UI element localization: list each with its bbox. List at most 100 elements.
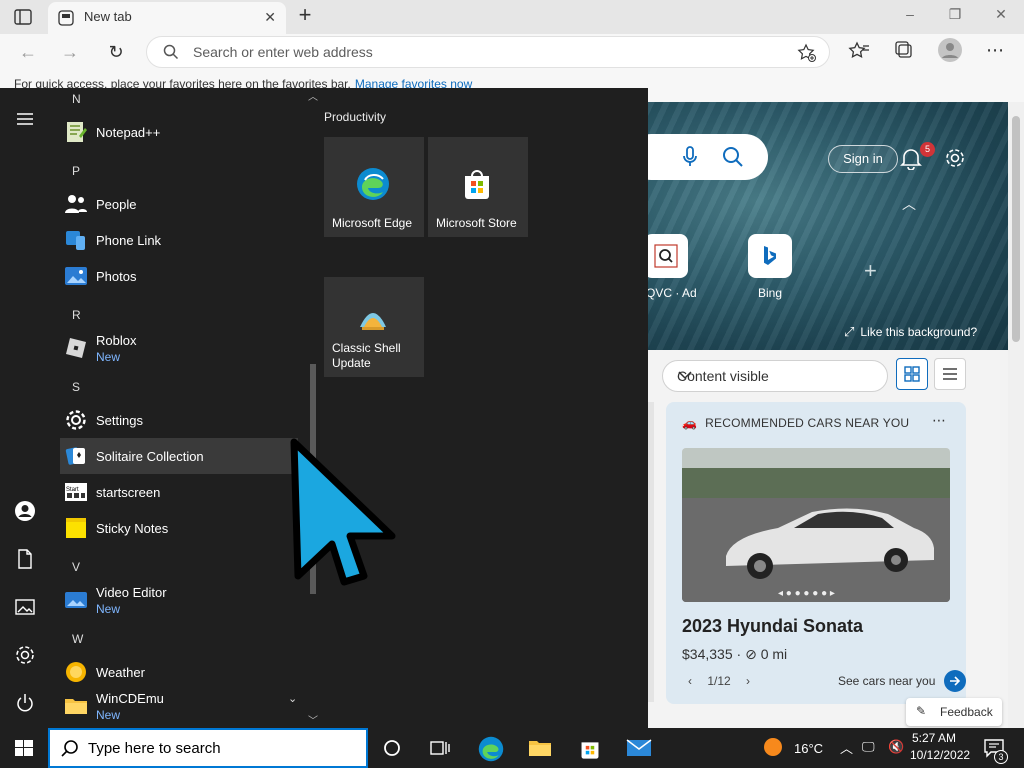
tile-classic-shell-update[interactable]: Classic Shell Update — [324, 277, 424, 377]
section-letter[interactable]: P — [72, 164, 80, 178]
search-icon — [60, 739, 80, 764]
section-letter[interactable]: R — [72, 308, 81, 322]
car-title[interactable]: 2023 Hyundai Sonata — [682, 616, 863, 637]
app-name: Solitaire Collection — [96, 449, 204, 464]
add-favorite-icon[interactable] — [797, 43, 817, 68]
content-visibility-dropdown[interactable]: Content visible — [662, 360, 888, 392]
chevron-left-icon[interactable]: ‹ — [688, 674, 692, 688]
tab-actions-icon[interactable] — [10, 6, 36, 28]
profile-avatar-icon[interactable] — [938, 38, 962, 62]
chevron-up-icon[interactable]: ︿ — [902, 194, 916, 214]
app-photos[interactable]: Photos — [60, 258, 298, 294]
section-letter[interactable]: W — [72, 632, 83, 646]
documents-icon[interactable] — [14, 548, 36, 570]
new-tab-button[interactable]: + — [294, 4, 316, 27]
scroll-down-icon[interactable]: ﹀ — [308, 712, 318, 727]
app-phone-link[interactable]: Phone Link — [60, 222, 298, 258]
list-view-button[interactable] — [934, 358, 966, 390]
close-window-icon[interactable]: ✕ — [989, 6, 1013, 26]
close-tab-icon[interactable]: ✕ — [264, 9, 276, 26]
recommended-cars-card[interactable]: 🚗 RECOMMENDED CARS NEAR YOU ⋯ ◂ ● ● ● ● ●… — [666, 402, 966, 704]
notifications-bell-icon[interactable] — [900, 146, 922, 175]
grid-view-button[interactable] — [896, 358, 928, 390]
clock-time[interactable]: 5:27 AM — [912, 731, 956, 745]
web-search-box[interactable] — [648, 134, 768, 180]
restore-icon[interactable]: ❐ — [943, 6, 967, 26]
app-video-editor[interactable]: Video Editor New — [60, 582, 298, 618]
start-menu-scrollbar[interactable]: ︿ ﹀ — [308, 88, 318, 728]
cortana-circle-icon[interactable] — [380, 736, 404, 760]
microsoft-store-taskbar-icon[interactable] — [578, 736, 602, 760]
app-solitaire-collection[interactable]: Solitaire Collection — [60, 438, 298, 474]
app-startscreen[interactable]: Start startscreen — [60, 474, 298, 510]
like-background-link[interactable]: ⤢ Like this background? — [844, 324, 977, 340]
chevron-right-icon[interactable]: › — [746, 674, 750, 688]
chevron-down-icon[interactable]: ⌄ — [288, 692, 297, 705]
page-scrollbar[interactable] — [1008, 102, 1024, 728]
favorites-icon[interactable] — [848, 40, 872, 64]
like-background-label: Like this background? — [860, 325, 978, 339]
see-cars-link[interactable]: See cars near you — [838, 674, 935, 688]
address-bar[interactable] — [146, 36, 830, 68]
search-icon — [163, 44, 179, 65]
app-notepad-plus-plus[interactable]: Notepad++ — [60, 114, 298, 150]
section-letter[interactable]: N — [72, 92, 81, 106]
weather-sun-icon[interactable] — [762, 736, 786, 760]
temperature[interactable]: 16°C — [794, 741, 823, 756]
new-tab-page: Sign in 5 ︿ QVC · Ad Bing + ⤢ Like this b… — [648, 102, 1024, 728]
show-hidden-icons-chevron-icon[interactable]: ︿ — [840, 738, 853, 757]
app-wincdemu[interactable]: WinCDEmu New ⌄ — [60, 688, 298, 724]
file-explorer-icon[interactable] — [528, 736, 552, 760]
forward-icon[interactable]: → — [58, 40, 82, 64]
arrow-right-icon[interactable] — [944, 670, 966, 692]
svg-text:Start: Start — [66, 487, 79, 493]
car-image[interactable]: ◂ ● ● ● ● ● ▸ — [682, 448, 950, 602]
app-roblox[interactable]: Roblox New — [60, 330, 298, 366]
tile-microsoft-edge[interactable]: Microsoft Edge — [324, 137, 424, 237]
network-icon[interactable]: 🖵 — [862, 739, 875, 755]
quicklink-qvc[interactable] — [648, 234, 688, 278]
collections-icon[interactable] — [894, 40, 918, 64]
car-price: $34,335 — [682, 646, 733, 662]
clock-date[interactable]: 10/12/2022 — [910, 748, 970, 762]
back-icon[interactable]: ← — [16, 40, 40, 64]
app-sticky-notes[interactable]: Sticky Notes — [60, 510, 298, 546]
minimize-icon[interactable]: – — [898, 6, 922, 26]
feedback-label: Feedback — [940, 705, 993, 719]
tile-microsoft-store[interactable]: Microsoft Store — [428, 137, 528, 237]
mail-icon[interactable] — [626, 736, 652, 760]
page-settings-gear-icon[interactable] — [944, 147, 966, 174]
feedback-button[interactable]: ✎ Feedback — [906, 698, 1002, 726]
browser-tab[interactable]: New tab ✕ — [48, 2, 286, 34]
volume-muted-icon[interactable]: 🔇 — [888, 739, 904, 755]
sign-in-button[interactable]: Sign in — [828, 145, 898, 173]
section-letter[interactable]: V — [72, 560, 80, 574]
scroll-up-icon[interactable]: ︿ — [308, 88, 318, 103]
pictures-icon[interactable] — [14, 596, 36, 618]
app-name: Settings — [96, 413, 143, 428]
hamburger-menu-icon[interactable] — [14, 108, 36, 130]
quicklink-bing[interactable] — [748, 234, 792, 278]
power-icon[interactable] — [14, 692, 36, 714]
user-account-icon[interactable] — [14, 500, 36, 522]
taskbar-search-box[interactable] — [48, 728, 368, 768]
scrollbar-thumb[interactable] — [1012, 116, 1020, 342]
settings-gear-icon[interactable] — [14, 644, 36, 666]
taskbar-search-input[interactable] — [88, 737, 358, 759]
app-people[interactable]: People — [60, 186, 298, 222]
edge-taskbar-icon[interactable] — [478, 736, 504, 762]
section-letter[interactable]: S — [72, 380, 80, 394]
card-more-options-icon[interactable]: ⋯ — [932, 412, 946, 429]
task-view-icon[interactable] — [428, 736, 452, 760]
start-button[interactable] — [0, 728, 48, 768]
add-quicklink-icon[interactable]: + — [864, 258, 877, 284]
address-input[interactable] — [193, 37, 793, 67]
card-header-label: RECOMMENDED CARS NEAR YOU — [705, 416, 910, 430]
search-icon[interactable] — [722, 146, 744, 173]
more-options-icon[interactable]: ⋯ — [986, 40, 1010, 64]
tile-group-title[interactable]: Productivity — [324, 110, 386, 124]
microphone-icon[interactable] — [682, 146, 698, 173]
app-weather[interactable]: Weather — [60, 654, 298, 690]
refresh-icon[interactable]: ↻ — [104, 40, 128, 64]
app-settings[interactable]: Settings — [60, 402, 298, 438]
